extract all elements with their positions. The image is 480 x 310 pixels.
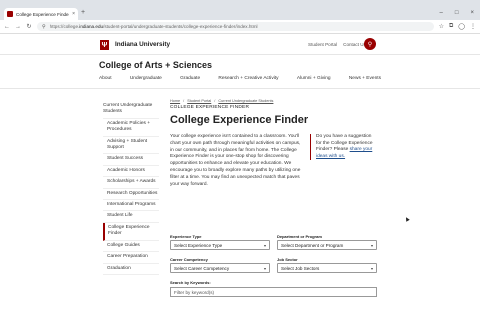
breadcrumb-student-portal[interactable]: Student Portal <box>187 99 211 103</box>
department-label: Department or Program <box>277 234 322 239</box>
breadcrumb: Home / Student Portal / Current Undergra… <box>170 99 273 103</box>
university-name[interactable]: Indiana University <box>115 41 170 48</box>
minimize-button[interactable]: – <box>440 10 443 16</box>
search-icon[interactable]: ⚲ <box>364 38 376 50</box>
sidebar-item-current-undergraduate[interactable]: Current Undergraduate Students <box>103 101 159 119</box>
career-competency-value: Select Career Competency <box>174 265 230 271</box>
nav-undergraduate[interactable]: Undergraduate <box>130 76 162 81</box>
breadcrumb-home[interactable]: Home <box>170 99 180 103</box>
sidebar-item-student-success[interactable]: Student Success <box>103 154 159 166</box>
nav-about[interactable]: About <box>99 76 112 81</box>
nav-news[interactable]: News + Events <box>349 76 381 81</box>
contact-us-link[interactable]: Contact Us <box>343 42 366 47</box>
sidebar-item-advising[interactable]: Advising + Student Support <box>103 137 159 155</box>
mouse-cursor-icon <box>404 216 410 222</box>
chevron-down-icon: ▾ <box>370 265 373 271</box>
sidebar-item-student-life[interactable]: Student Life <box>103 211 159 223</box>
new-tab-button[interactable]: + <box>81 9 85 16</box>
nav-research[interactable]: Research + Creative Activity <box>218 76 278 81</box>
maximize-button[interactable]: □ <box>455 10 459 16</box>
toolbar-actions: ☆ ⧉ ◯ ⋮ <box>439 23 476 30</box>
experience-type-select[interactable]: Select Experience Type ▾ <box>170 240 270 250</box>
department-value: Select Department or Program <box>281 242 344 248</box>
job-sector-label: Job Sector <box>277 257 298 262</box>
reload-icon[interactable]: ↻ <box>26 23 32 30</box>
address-bar[interactable]: ⚲ https://college.indiana.edu/student-po… <box>37 22 434 31</box>
sidebar-item-career-preparation[interactable]: Career Preparation <box>103 252 159 264</box>
chevron-down-icon: ▾ <box>263 242 266 248</box>
page-label: COLLEGE EXPERIENCE FINDER <box>170 105 250 110</box>
close-window-button[interactable]: × <box>470 10 474 16</box>
intro-paragraph: Your college experience isn't contained … <box>170 134 301 187</box>
breadcrumb-separator: / <box>214 99 216 103</box>
job-sector-value: Select Job Sectors <box>281 265 320 271</box>
college-title[interactable]: College of Arts + Sciences <box>99 60 212 70</box>
sidebar-item-academic-honors[interactable]: Academic Honors <box>103 166 159 178</box>
url-text: https://college.indiana.edu/student-port… <box>49 24 258 29</box>
nav-graduate[interactable]: Graduate <box>180 76 200 81</box>
sidebar-item-college-guides[interactable]: College Guides <box>103 241 159 253</box>
career-competency-select[interactable]: Select Career Competency ▾ <box>170 263 270 273</box>
page-title: College Experience Finder <box>170 114 309 126</box>
menu-icon[interactable]: ⋮ <box>470 23 476 30</box>
breadcrumb-separator: / <box>183 99 185 103</box>
experience-type-value: Select Experience Type <box>174 242 223 248</box>
sidebar-item-international[interactable]: International Programs <box>103 200 159 212</box>
career-competency-label: Career Competency <box>170 257 208 262</box>
window-controls: – □ × <box>440 10 474 16</box>
favicon-icon <box>7 11 13 17</box>
suggestion-callout: Do you have a suggestion for the College… <box>310 134 378 161</box>
back-icon[interactable]: ← <box>4 24 10 30</box>
header-divider <box>0 54 480 55</box>
nav-alumni[interactable]: Alumni + Giving <box>297 76 331 81</box>
sidebar-item-scholarships[interactable]: Scholarships + Awards <box>103 177 159 189</box>
browser-tab-strip: College Experience Finder: Co × + – □ × <box>0 0 480 20</box>
top-links: Student Portal Contact Us <box>308 42 366 47</box>
bookmark-star-icon[interactable]: ☆ <box>439 23 444 30</box>
experience-type-label: Experience Type <box>170 234 202 239</box>
iu-trident-logo[interactable]: Ψ <box>100 40 109 50</box>
keywords-label: Search by Keywords: <box>170 280 211 285</box>
sidebar-item-research[interactable]: Research Opportunities <box>103 189 159 201</box>
browser-tab[interactable]: College Experience Finder: Co × <box>4 8 78 20</box>
nav-divider <box>0 88 480 89</box>
job-sector-select[interactable]: Select Job Sectors ▾ <box>277 263 377 273</box>
extensions-icon[interactable]: ⧉ <box>449 23 453 30</box>
chevron-down-icon: ▾ <box>370 242 373 248</box>
main-nav: About Undergraduate Graduate Research + … <box>99 76 381 81</box>
browser-toolbar: ← → ↻ ⚲ https://college.indiana.edu/stud… <box>0 20 480 34</box>
site-info-icon[interactable]: ⚲ <box>42 24 46 30</box>
sidebar-item-graduation[interactable]: Graduation <box>103 264 159 275</box>
department-select[interactable]: Select Department or Program ▾ <box>277 240 377 250</box>
student-portal-link[interactable]: Student Portal <box>308 42 337 47</box>
tab-title: College Experience Finder: Co <box>16 11 69 17</box>
breadcrumb-current-undergraduate[interactable]: Current Undergraduate Students <box>218 99 273 103</box>
tab-close-icon[interactable]: × <box>72 11 75 17</box>
chevron-down-icon: ▾ <box>263 265 266 271</box>
sidebar-nav: Current Undergraduate Students Academic … <box>103 101 159 275</box>
forward-icon[interactable]: → <box>15 24 21 30</box>
sidebar-item-experience-finder[interactable]: College Experience Finder <box>103 222 159 241</box>
keyword-search-input[interactable]: Filter by keyword(s) <box>170 287 377 297</box>
profile-icon[interactable]: ◯ <box>458 23 465 30</box>
sidebar-item-academic-policies[interactable]: Academic Policies + Procedures <box>103 119 159 137</box>
